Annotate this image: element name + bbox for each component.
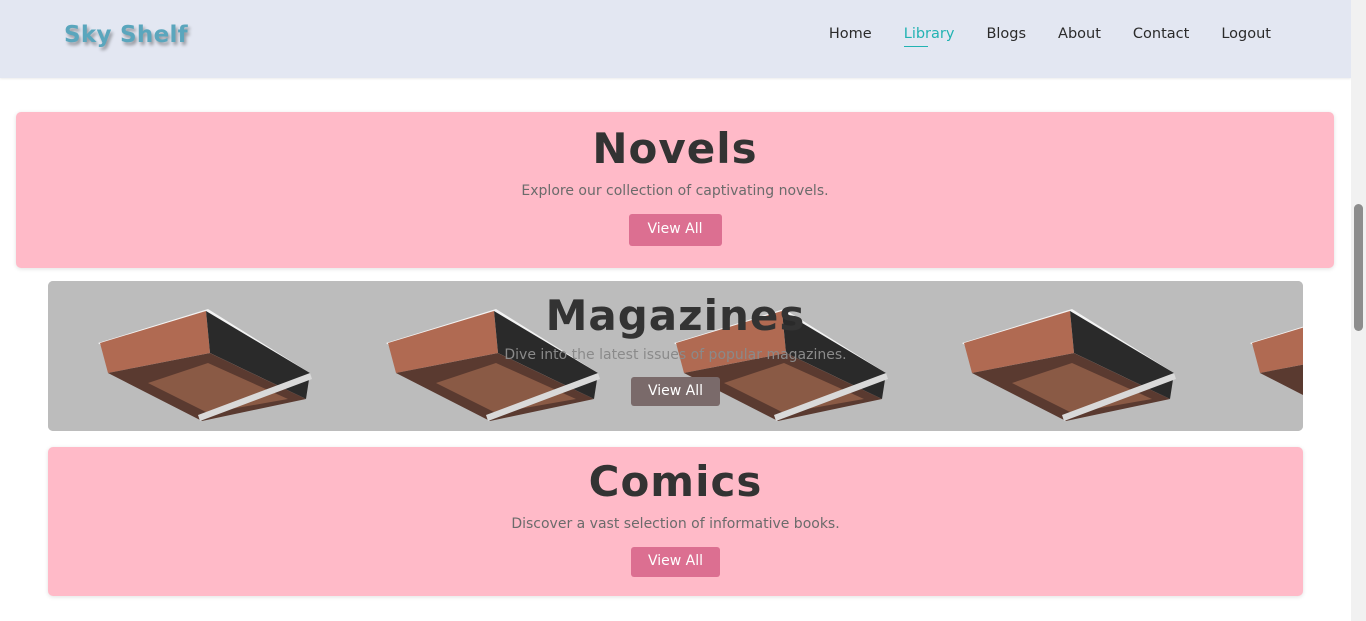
nav-blogs[interactable]: Blogs — [986, 26, 1026, 45]
site-logo[interactable]: Sky Shelf — [64, 22, 188, 48]
nav-contact[interactable]: Contact — [1133, 26, 1189, 45]
category-card-comics: Comics Discover a vast selection of info… — [48, 447, 1303, 596]
nav-logout[interactable]: Logout — [1221, 26, 1271, 45]
category-card-novels: Novels Explore our collection of captiva… — [16, 112, 1334, 268]
category-title: Magazines — [545, 291, 806, 340]
nav-home[interactable]: Home — [829, 26, 872, 45]
nav-about[interactable]: About — [1058, 26, 1101, 45]
category-title: Comics — [588, 457, 763, 506]
category-title: Novels — [592, 124, 758, 173]
category-description: Discover a vast selection of informative… — [511, 516, 840, 532]
main-nav: Home Library Blogs About Contact Logout — [829, 26, 1271, 47]
category-description: Explore our collection of captivating no… — [521, 183, 829, 199]
page: Sky Shelf Home Library Blogs About Conta… — [0, 0, 1366, 621]
view-all-comics-button[interactable]: View All — [631, 547, 720, 577]
category-description: Dive into the latest issues of popular m… — [504, 347, 847, 363]
site-header: Sky Shelf Home Library Blogs About Conta… — [0, 0, 1351, 78]
category-card-magazines: Magazines Dive into the latest issues of… — [48, 281, 1303, 431]
nav-library[interactable]: Library — [903, 26, 954, 47]
view-all-novels-button[interactable]: View All — [628, 214, 722, 246]
scrollbar-thumb[interactable] — [1354, 204, 1363, 331]
view-all-magazines-button[interactable]: View All — [631, 377, 720, 406]
vertical-scrollbar[interactable] — [1351, 0, 1366, 621]
